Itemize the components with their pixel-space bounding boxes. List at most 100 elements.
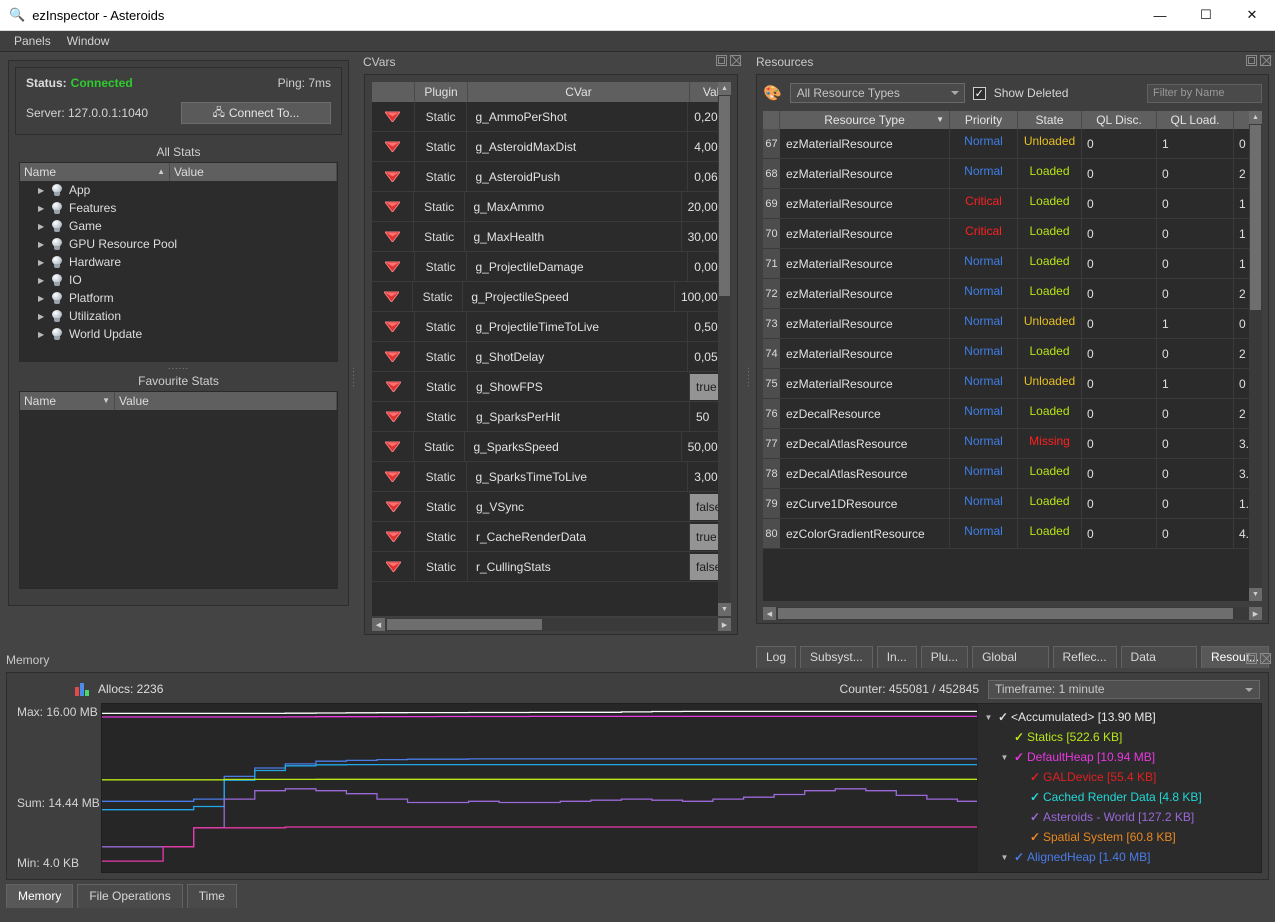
- cvars-hscroll-track[interactable]: [385, 618, 718, 631]
- table-row[interactable]: Static g_SparksPerHit 50: [372, 401, 731, 432]
- minimize-button[interactable]: —: [1137, 0, 1183, 30]
- cvar-gem-icon[interactable]: [372, 491, 415, 522]
- chevron-right-icon[interactable]: ▶: [38, 204, 50, 213]
- cvar-gem-icon[interactable]: [372, 461, 415, 492]
- cvars-horizontal-scrollbar[interactable]: ◀ ▶: [372, 618, 731, 631]
- undock-icon[interactable]: [1246, 55, 1257, 66]
- legend-checkbox[interactable]: ✓: [1027, 830, 1043, 844]
- table-row[interactable]: 73 ezMaterialResource Normal Unloaded 0 1 0: [763, 309, 1262, 339]
- table-row[interactable]: Static g_AmmoPerShot 0,2000: [372, 101, 731, 132]
- cvar-gem-icon[interactable]: [372, 521, 415, 552]
- table-row[interactable]: Static g_MaxHealth 30,0000: [372, 221, 731, 252]
- resource-type-select[interactable]: All Resource Types: [789, 83, 965, 103]
- table-row[interactable]: Static g_ProjectileSpeed 100,0000: [372, 281, 731, 312]
- table-row[interactable]: Static g_ShowFPS true: [372, 371, 731, 402]
- col-value[interactable]: Value: [170, 163, 337, 181]
- undock-icon[interactable]: [716, 55, 727, 66]
- cvar-gem-icon[interactable]: [372, 221, 414, 252]
- legend-checkbox[interactable]: ✓: [1011, 850, 1027, 864]
- table-row[interactable]: 79 ezCurve1DResource Normal Loaded 0 0 1.: [763, 489, 1262, 519]
- table-row[interactable]: 80 ezColorGradientResource Normal Loaded 0 0 4…: [763, 519, 1262, 549]
- table-row[interactable]: Static g_AsteroidMaxDist 4,0000: [372, 131, 731, 162]
- table-row[interactable]: 75 ezMaterialResource Normal Unloaded 0 1 0: [763, 369, 1262, 399]
- chevron-right-icon[interactable]: ▶: [38, 240, 50, 249]
- table-row[interactable]: Static g_SparksTimeToLive 3,0000: [372, 461, 731, 492]
- legend-checkbox[interactable]: ✓: [1027, 870, 1043, 872]
- table-row[interactable]: 74 ezMaterialResource Normal Loaded 0 0 2: [763, 339, 1262, 369]
- chevron-down-icon[interactable]: ▼: [982, 713, 995, 722]
- table-row[interactable]: Static r_CacheRenderData true: [372, 521, 731, 552]
- cvar-gem-icon[interactable]: [372, 311, 415, 342]
- connect-to-button[interactable]: 🖧 Connect To...: [181, 102, 331, 124]
- legend-checkbox[interactable]: ✓: [1011, 750, 1027, 764]
- cvars-vertical-scrollbar[interactable]: ▲ ▼: [718, 82, 731, 616]
- list-item[interactable]: ✓ Asteroids - World [127.2 KB]: [978, 807, 1261, 827]
- list-item[interactable]: ▶ Utilization: [20, 307, 337, 325]
- tab-time[interactable]: Time: [186, 884, 237, 908]
- show-deleted-checkbox[interactable]: ✓: [972, 86, 986, 100]
- tab-file-operations[interactable]: File Operations: [77, 884, 183, 908]
- cvar-gem-icon[interactable]: [372, 341, 415, 372]
- table-row[interactable]: 68 ezMaterialResource Normal Loaded 0 0 2: [763, 159, 1262, 189]
- maximize-button[interactable]: ☐: [1183, 0, 1229, 30]
- chevron-right-icon[interactable]: ▶: [38, 312, 50, 321]
- chevron-right-icon[interactable]: ▶: [38, 276, 50, 285]
- fav-col-value[interactable]: Value: [115, 392, 337, 410]
- cvar-gem-icon[interactable]: [372, 131, 415, 162]
- table-row[interactable]: 67 ezMaterialResource Normal Unloaded 0 1 0: [763, 129, 1262, 159]
- table-row[interactable]: 71 ezMaterialResource Normal Loaded 0 0 1: [763, 249, 1262, 279]
- list-item[interactable]: ▶ IO: [20, 271, 337, 289]
- list-item[interactable]: ✓ Cached Render Data [4.8 KB]: [978, 787, 1261, 807]
- list-item[interactable]: ▼ ✓ AlignedHeap [1.40 MB]: [978, 847, 1261, 867]
- list-item[interactable]: ✓Spatial System Aligned [51.6 KB]: [978, 867, 1261, 872]
- table-row[interactable]: 72 ezMaterialResource Normal Loaded 0 0 2: [763, 279, 1262, 309]
- cvars-scroll-thumb[interactable]: [719, 96, 730, 296]
- list-item[interactable]: ✓ Statics [522.6 KB]: [978, 727, 1261, 747]
- chevron-right-icon[interactable]: ▶: [38, 330, 50, 339]
- cvar-gem-icon[interactable]: [372, 401, 415, 432]
- resources-scroll-thumb[interactable]: [1250, 125, 1261, 310]
- close-icon[interactable]: [1260, 55, 1271, 66]
- menu-panels[interactable]: Panels: [6, 32, 59, 50]
- table-row[interactable]: Static r_CullingStats false: [372, 551, 731, 582]
- list-item[interactable]: ▶ App: [20, 181, 337, 199]
- table-row[interactable]: 77 ezDecalAtlasResource Normal Missing 0 0 3.: [763, 429, 1262, 459]
- cvar-gem-icon[interactable]: [372, 101, 415, 132]
- list-item[interactable]: ▶ World Update: [20, 325, 337, 343]
- list-item[interactable]: ▶ Hardware: [20, 253, 337, 271]
- chevron-right-icon[interactable]: ▶: [38, 186, 50, 195]
- close-icon[interactable]: [730, 55, 741, 66]
- table-row[interactable]: Static g_ProjectileDamage 0,0000: [372, 251, 731, 282]
- memory-plot[interactable]: [101, 703, 983, 873]
- chevron-down-icon[interactable]: ▼: [998, 853, 1011, 862]
- timeframe-select[interactable]: Timeframe: 1 minute: [988, 679, 1260, 699]
- resources-horizontal-scrollbar[interactable]: ◀ ▶: [763, 607, 1262, 620]
- table-row[interactable]: 69 ezMaterialResource Critical Loaded 0 0 1: [763, 189, 1262, 219]
- cvar-gem-icon[interactable]: [372, 551, 415, 582]
- list-item[interactable]: ▼ ✓ <Accumulated> [13.90 MB]: [978, 707, 1261, 727]
- table-row[interactable]: Static g_MaxAmmo 20,0000: [372, 191, 731, 222]
- list-item[interactable]: ✓ Spatial System [60.8 KB]: [978, 827, 1261, 847]
- cvar-gem-icon[interactable]: [372, 161, 415, 192]
- legend-checkbox[interactable]: ✓: [1027, 770, 1043, 784]
- menu-window[interactable]: Window: [59, 32, 118, 50]
- legend-checkbox[interactable]: ✓: [1027, 790, 1043, 804]
- resources-hscroll-track[interactable]: [776, 607, 1249, 620]
- table-row[interactable]: 76 ezDecalResource Normal Loaded 0 0 2: [763, 399, 1262, 429]
- list-item[interactable]: ▶ Platform: [20, 289, 337, 307]
- scroll-right-icon[interactable]: ▶: [718, 618, 731, 631]
- table-row[interactable]: Static g_ProjectileTimeToLive 0,5000: [372, 311, 731, 342]
- cvar-gem-icon[interactable]: [372, 281, 413, 312]
- list-item[interactable]: ▶ GPU Resource Pool: [20, 235, 337, 253]
- resources-vertical-scrollbar[interactable]: ▲ ▼: [1249, 111, 1262, 601]
- table-row[interactable]: Static g_VSync false: [372, 491, 731, 522]
- col-name[interactable]: Name ▲: [20, 163, 170, 181]
- scroll-left-icon[interactable]: ◀: [763, 607, 776, 620]
- cv-col-icon[interactable]: [372, 82, 415, 102]
- cv-col-plugin[interactable]: Plugin: [415, 82, 468, 102]
- res-col-priority[interactable]: Priority: [950, 111, 1018, 129]
- scroll-up-icon[interactable]: ▲: [1249, 111, 1262, 124]
- fav-col-name[interactable]: Name ▼: [20, 392, 115, 410]
- list-item[interactable]: ▶ Features: [20, 199, 337, 217]
- scroll-down-icon[interactable]: ▼: [1249, 588, 1262, 601]
